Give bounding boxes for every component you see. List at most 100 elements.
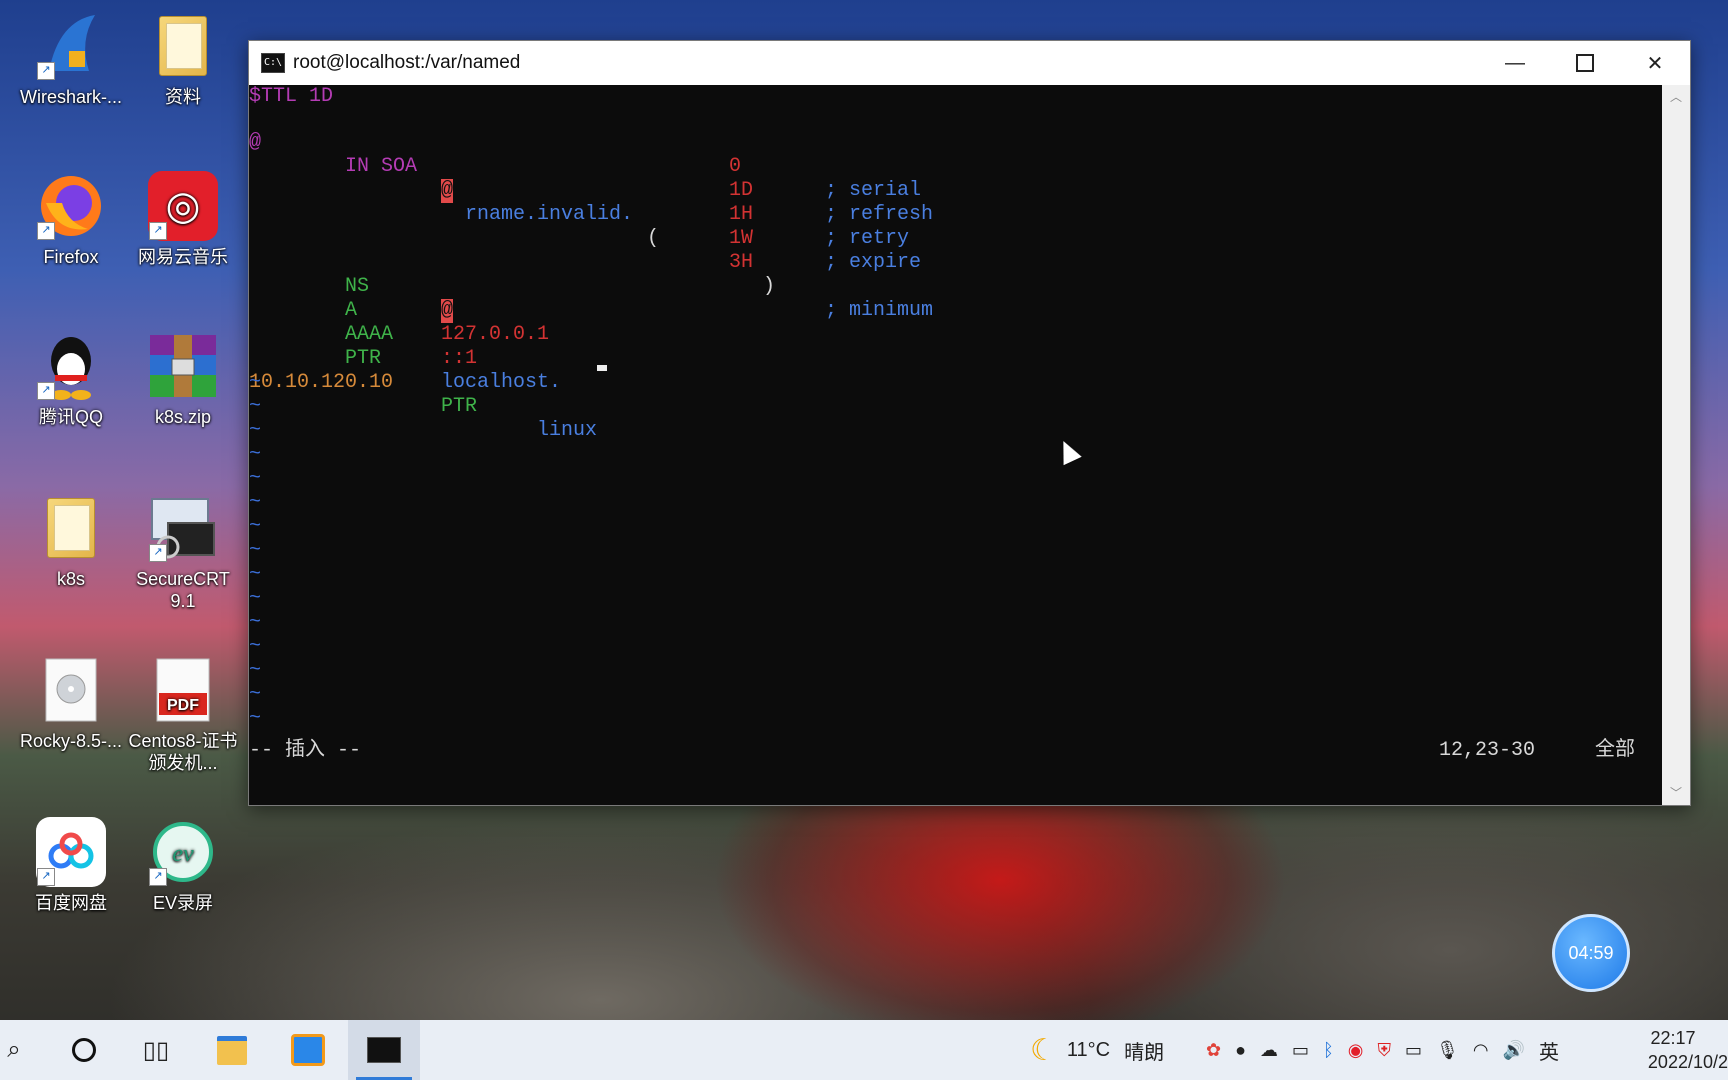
- minimize-button[interactable]: —: [1480, 41, 1550, 85]
- shortcut-arrow-icon: ↗: [149, 544, 167, 562]
- text-cursor: [597, 347, 607, 371]
- desktop-icon-label: 网易云音乐: [128, 246, 238, 268]
- volume-icon[interactable]: 🔊: [1503, 1040, 1525, 1061]
- cortana-circle-icon: [72, 1038, 96, 1062]
- editor-line: 1H ; retry: [249, 179, 1649, 203]
- onedrive-icon[interactable]: ☁: [1260, 1040, 1278, 1061]
- desktop-icon-label: EV录屏: [128, 892, 238, 914]
- desktop-icon-label: Rocky-8.5-...: [16, 730, 126, 752]
- close-icon: ✕: [1647, 51, 1664, 76]
- ptr-ip-owner: 10.10.120.10: [249, 371, 393, 395]
- tilde-marker: ~: [249, 707, 261, 731]
- battery-icon[interactable]: ▭: [1405, 1040, 1422, 1061]
- close-button[interactable]: ✕: [1620, 41, 1690, 85]
- desktop-icon-wireshark[interactable]: ↗ Wireshark-...: [16, 10, 126, 108]
- search-button[interactable]: ⌕: [0, 1020, 28, 1080]
- tilde-marker: ~: [249, 635, 261, 659]
- desktop-icon-label: 百度网盘: [16, 892, 126, 914]
- editor-line: @ IN SOA @ rname.invalid. (: [249, 107, 1649, 131]
- bluetooth-icon[interactable]: ᛒ: [1323, 1040, 1334, 1061]
- ev-recorder-icon: ev ↗: [147, 816, 219, 888]
- qq-tray-icon[interactable]: ●: [1235, 1040, 1246, 1061]
- weather-widget[interactable]: ☾ 11°C 晴朗: [1030, 1020, 1164, 1080]
- editor-line: 1W ; expire: [249, 203, 1649, 227]
- task-view-icon: ▯▯: [143, 1036, 169, 1065]
- editor-line: AAAA ::1: [249, 299, 1649, 323]
- desktop-icon-k8s-zip[interactable]: k8s.zip: [128, 330, 238, 428]
- tilde-marker: ~: [249, 563, 261, 587]
- ptr-value-linux: linux: [537, 419, 597, 443]
- svg-text:ev: ev: [172, 841, 194, 867]
- editor-line: A 127.0.0.1: [249, 275, 1649, 299]
- weather-temperature: 11°C: [1067, 1039, 1110, 1062]
- network-share-icon[interactable]: ▭: [1292, 1040, 1309, 1061]
- taskbar-clock[interactable]: 22:17 2022/10/2: [1618, 1026, 1728, 1074]
- desktop-icon-ev-recorder[interactable]: ev ↗ EV录屏: [128, 816, 238, 914]
- editor-line: $TTL 1D: [249, 85, 333, 109]
- tilde-marker: ~: [249, 467, 261, 491]
- securecrt-icon: ↗: [147, 492, 219, 564]
- window-title: root@localhost:/var/named: [293, 52, 520, 74]
- disc-image-icon: [35, 654, 107, 726]
- shortcut-arrow-icon: ↗: [37, 382, 55, 400]
- svg-text:PDF: PDF: [167, 697, 199, 714]
- tilde-marker: ~: [249, 539, 261, 563]
- desktop-icon-label: Centos8-证书颁发机...: [128, 730, 238, 774]
- terminal-app-icon: C:\: [261, 53, 285, 73]
- desktop-icon-firefox[interactable]: ↗ Firefox: [16, 170, 126, 268]
- clock-time: 22:17: [1618, 1026, 1728, 1050]
- taskbar-file-explorer[interactable]: [200, 1020, 264, 1080]
- tilde-marker: ~: [249, 587, 261, 611]
- weather-description: 晴朗: [1124, 1036, 1164, 1065]
- netease-music-icon: ◎ ↗: [147, 170, 219, 242]
- clock-date: 2022/10/2: [1618, 1050, 1728, 1074]
- tilde-marker: ~: [249, 659, 261, 683]
- desktop-icon-centos8-pdf[interactable]: PDF Centos8-证书颁发机...: [128, 654, 238, 774]
- editor-line: 0 ; serial: [249, 131, 1649, 155]
- wireshark-icon: ↗: [35, 10, 107, 82]
- desktop-icon-rocky-iso[interactable]: Rocky-8.5-...: [16, 654, 126, 752]
- terminal-window[interactable]: C:\ root@localhost:/var/named — ✕ $TTL 1…: [248, 40, 1691, 806]
- pdf-icon: PDF: [147, 654, 219, 726]
- securecrt-icon: [291, 1034, 325, 1066]
- task-view-button[interactable]: ▯▯: [128, 1020, 184, 1080]
- editor-line: 3H ) ; minimum: [249, 227, 1649, 251]
- ime-indicator[interactable]: 英: [1539, 1036, 1559, 1065]
- wifi-icon[interactable]: ◠: [1473, 1040, 1489, 1061]
- desktop-icon-folder-ziliao[interactable]: 资料: [128, 10, 238, 108]
- maximize-button[interactable]: [1550, 41, 1620, 85]
- vim-editor[interactable]: $TTL 1D @ IN SOA @ rname.invalid. ( 0 ; …: [249, 85, 1662, 805]
- tray-app-icon[interactable]: ✿: [1206, 1040, 1221, 1061]
- scroll-up-icon[interactable]: ︿: [1662, 85, 1690, 109]
- taskbar-securecrt[interactable]: [276, 1020, 340, 1080]
- baidu-netdisk-icon: ↗: [35, 816, 107, 888]
- scroll-down-icon[interactable]: ﹀: [1662, 781, 1690, 805]
- search-icon: ⌕: [7, 1036, 20, 1064]
- desktop-icon-label: 腾讯QQ: [16, 406, 126, 428]
- desktop-icon-netease-music[interactable]: ◎ ↗ 网易云音乐: [128, 170, 238, 268]
- taskbar-terminal[interactable]: [348, 1020, 420, 1080]
- desktop-icon-k8s-folder[interactable]: k8s: [16, 492, 126, 590]
- moon-icon: ☾: [1030, 1033, 1057, 1068]
- desktop-icon-baidu-netdisk[interactable]: ↗ 百度网盘: [16, 816, 126, 914]
- record-type-ptr: PTR: [441, 395, 477, 419]
- desktop-icon-label: k8s: [16, 568, 126, 590]
- tilde-marker: ~: [249, 491, 261, 515]
- winrar-icon: [147, 330, 219, 402]
- security-shield-icon[interactable]: ⛨: [1378, 1040, 1392, 1061]
- recording-timer[interactable]: 04:59: [1552, 914, 1630, 992]
- editor-line: PTR localhost.: [249, 323, 1649, 347]
- file-explorer-icon: [217, 1036, 247, 1065]
- desktop-icon-securecrt[interactable]: ↗ SecureCRT 9.1: [128, 492, 238, 612]
- desktop-icon-label: SecureCRT 9.1: [128, 568, 238, 612]
- window-titlebar[interactable]: C:\ root@localhost:/var/named — ✕: [249, 41, 1690, 85]
- microphone-icon[interactable]: 🎙: [1436, 1040, 1459, 1061]
- tilde-marker: ~: [249, 683, 261, 707]
- ptr-value-localhost: localhost.: [441, 371, 561, 395]
- cortana-button[interactable]: [58, 1020, 110, 1080]
- desktop-icon-qq[interactable]: ↗ 腾讯QQ: [16, 330, 126, 428]
- folder-icon: [147, 10, 219, 82]
- vertical-scrollbar[interactable]: ︿ ﹀: [1662, 85, 1690, 805]
- shortcut-arrow-icon: ↗: [37, 868, 55, 886]
- netease-music-tray-icon[interactable]: ◉: [1348, 1040, 1364, 1061]
